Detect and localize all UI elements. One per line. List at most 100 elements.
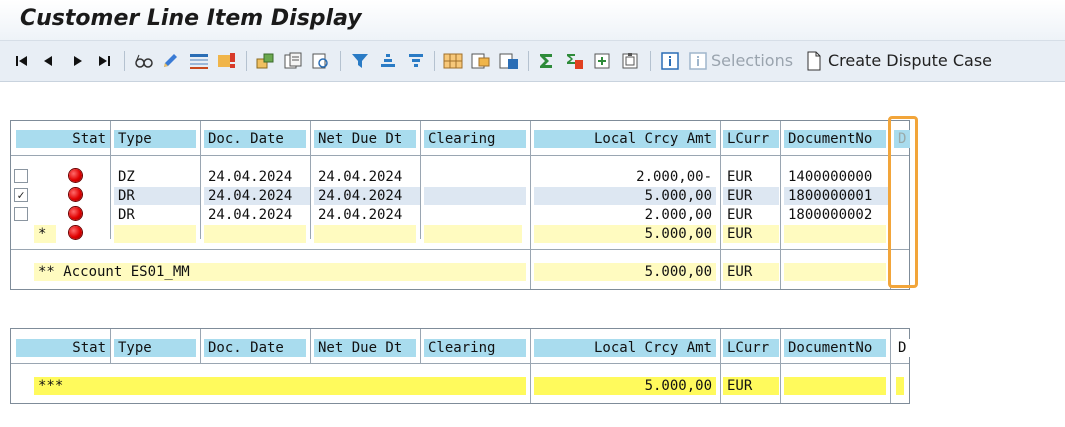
- grand-total-cell-document-number: [784, 377, 886, 395]
- subtotal-icon[interactable]: [564, 49, 586, 73]
- account-total-amount: 5.000,00: [534, 263, 716, 281]
- next-page-icon[interactable]: [70, 49, 86, 73]
- cell-amount: 2.000,00: [534, 206, 716, 224]
- account-total-cell-document-number: [784, 263, 886, 281]
- info-icon[interactable]: [660, 49, 680, 73]
- subtotal-cell-document-number: [784, 225, 886, 243]
- pencil-icon[interactable]: [160, 49, 180, 73]
- glasses-icon[interactable]: [134, 49, 154, 73]
- column-header-local-currency-amount[interactable]: Local Crcy Amt: [534, 339, 716, 357]
- cell-document-number[interactable]: 1800000001: [784, 187, 890, 205]
- cell-type: DZ: [114, 168, 200, 186]
- status-red-light-icon: [69, 188, 82, 201]
- toolbar-separator: [434, 51, 435, 71]
- cell-currency: EUR: [723, 206, 779, 224]
- column-d-highlight: [888, 116, 918, 288]
- line-items-table: Stat Type Doc. Date Net Due Dt Clearing …: [10, 120, 910, 290]
- column-header-document-number[interactable]: DocumentNo: [784, 339, 886, 357]
- detail-icon[interactable]: [310, 49, 332, 73]
- grand-total-table: Stat Type Doc. Date Net Due Dt Clearing …: [10, 328, 910, 404]
- status-red-light-icon: [69, 169, 82, 182]
- cell-type: DR: [114, 187, 200, 205]
- column-header-clearing[interactable]: Clearing: [424, 339, 526, 357]
- cell-currency: EUR: [723, 187, 779, 205]
- title-bar: Customer Line Item Display: [0, 0, 1065, 41]
- save-layout-icon[interactable]: [498, 49, 520, 73]
- column-header-stat[interactable]: Stat: [16, 130, 110, 148]
- account-total-currency: EUR: [723, 263, 779, 281]
- copy-icon[interactable]: [282, 49, 304, 73]
- status-red-light-icon: [69, 207, 82, 220]
- select-all-icon[interactable]: [188, 49, 210, 73]
- grand-total-cell-d: [896, 377, 904, 395]
- column-header-type[interactable]: Type: [114, 339, 196, 357]
- column-header-type[interactable]: Type: [114, 130, 196, 148]
- row-checkbox[interactable]: ✓: [14, 188, 28, 202]
- toolbar-separator: [124, 51, 125, 71]
- subtotal-cell-net-due: [314, 225, 416, 243]
- first-page-icon[interactable]: [14, 49, 30, 73]
- sort-descending-icon[interactable]: [406, 49, 426, 73]
- column-header-doc-date[interactable]: Doc. Date: [204, 130, 306, 148]
- subtotal-amount: 5.000,00: [534, 225, 716, 243]
- cell-net-due-date: 24.04.2024: [314, 187, 420, 205]
- column-header-local-currency[interactable]: LCurr: [723, 339, 779, 357]
- toolbar-separator: [650, 51, 651, 71]
- import-icon[interactable]: [620, 49, 642, 73]
- column-header-d[interactable]: D: [894, 339, 910, 357]
- create-dispute-case-button[interactable]: Create Dispute Case: [828, 49, 992, 73]
- sort-ascending-icon[interactable]: [378, 49, 398, 73]
- deselect-icon[interactable]: [216, 49, 238, 73]
- page-title: Customer Line Item Display: [20, 6, 362, 31]
- column-header-clearing[interactable]: Clearing: [424, 130, 526, 148]
- row-checkbox[interactable]: [14, 169, 28, 183]
- column-header-local-currency[interactable]: LCurr: [723, 130, 779, 148]
- cell-doc-date: 24.04.2024: [204, 168, 310, 186]
- column-header-doc-date[interactable]: Doc. Date: [204, 339, 306, 357]
- subtotal-cell-type: [114, 225, 196, 243]
- cell-amount: 5.000,00: [534, 187, 716, 205]
- cell-net-due-date: 24.04.2024: [314, 168, 420, 186]
- sum-icon[interactable]: [536, 49, 556, 73]
- document-icon[interactable]: [804, 49, 824, 73]
- subtotal-marker: *: [34, 225, 56, 243]
- change-layout-icon[interactable]: [470, 49, 492, 73]
- subtotal-cell-clearing: [424, 225, 522, 243]
- cell-type: DR: [114, 206, 200, 224]
- subtotal-currency: EUR: [723, 225, 779, 243]
- grand-total-currency: EUR: [723, 377, 779, 395]
- row-checkbox[interactable]: [14, 207, 28, 221]
- column-header-local-currency-amount[interactable]: Local Crcy Amt: [534, 130, 716, 148]
- layout-icon[interactable]: [442, 49, 464, 73]
- selections-info-icon: [688, 49, 708, 73]
- export-icon[interactable]: [592, 49, 614, 73]
- grand-total-amount: 5.000,00: [534, 377, 716, 395]
- selections-button: Selections: [711, 51, 794, 70]
- account-total-label: ** Account ES01_MM: [34, 263, 526, 281]
- cell-amount: 2.000,00-: [534, 168, 716, 186]
- cell-currency: EUR: [723, 168, 779, 186]
- mass-change-icon[interactable]: [254, 49, 276, 73]
- toolbar-separator: [246, 51, 247, 71]
- cell-doc-date: 24.04.2024: [204, 187, 310, 205]
- subtotal-cell-doc-date: [204, 225, 306, 243]
- filter-icon[interactable]: [350, 49, 370, 73]
- cell-doc-date: 24.04.2024: [204, 206, 310, 224]
- last-page-icon[interactable]: [96, 49, 112, 73]
- column-header-stat[interactable]: Stat: [16, 339, 110, 357]
- cell-clearing: [424, 187, 526, 205]
- previous-page-icon[interactable]: [40, 49, 56, 73]
- column-header-document-number[interactable]: DocumentNo: [784, 130, 886, 148]
- cell-document-number[interactable]: 1400000000: [784, 168, 890, 186]
- toolbar-separator: [340, 51, 341, 71]
- application-toolbar: Selections Create Dispute Case: [0, 41, 1065, 82]
- cell-net-due-date: 24.04.2024: [314, 206, 420, 224]
- cell-document-number[interactable]: 1800000002: [784, 206, 890, 224]
- column-header-net-due-date[interactable]: Net Due Dt: [314, 339, 416, 357]
- grand-total-label: ***: [34, 377, 526, 395]
- cell-clearing: [424, 206, 526, 224]
- column-header-net-due-date[interactable]: Net Due Dt: [314, 130, 416, 148]
- toolbar-separator: [528, 51, 529, 71]
- cell-clearing: [424, 168, 526, 186]
- status-red-light-icon: [69, 226, 82, 239]
